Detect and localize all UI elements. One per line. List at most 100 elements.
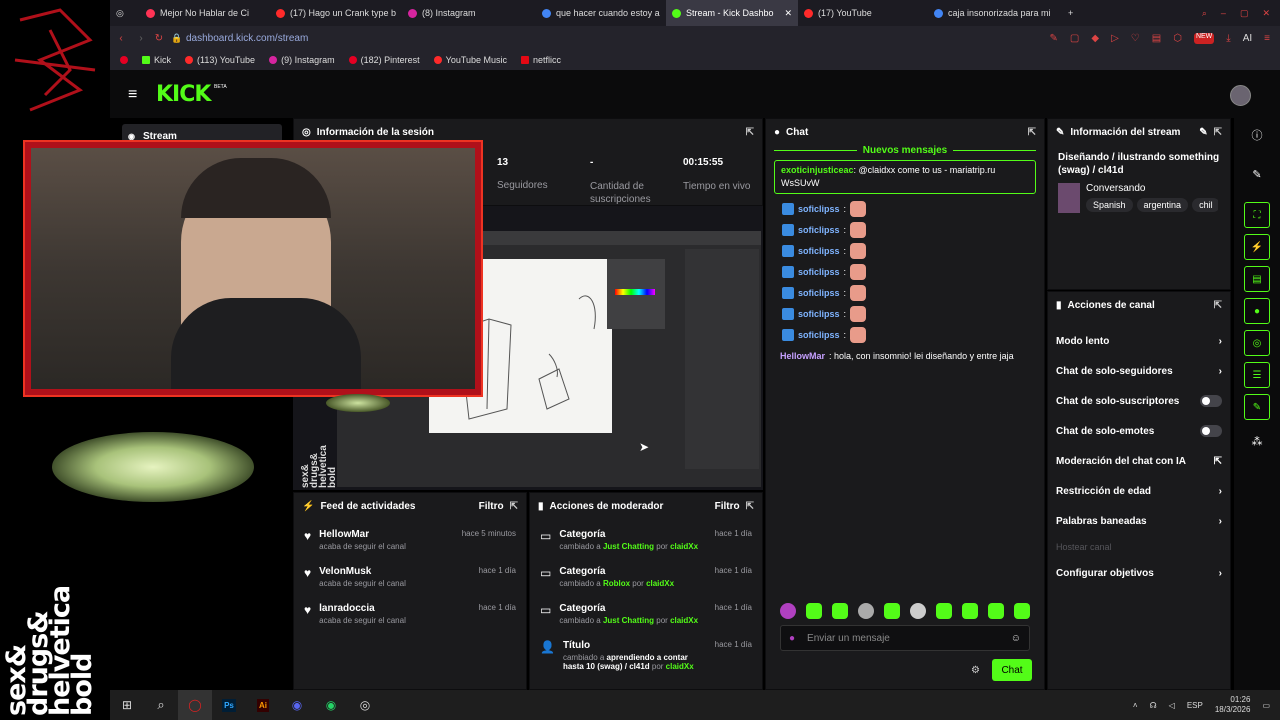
tab-2[interactable]: (17) Hago un Crank type b	[270, 0, 402, 26]
tag[interactable]: Spanish	[1086, 198, 1133, 212]
tab-7[interactable]: caja insonorizada para mi	[928, 0, 1062, 26]
expand-icon[interactable]: ⇱	[746, 501, 754, 512]
bookmark-netflicc[interactable]: netflicc	[521, 55, 561, 65]
add-widget-icon[interactable]: ⁂	[1234, 426, 1280, 456]
message-input[interactable]: ● Enviar un mensaje ☺	[780, 625, 1030, 651]
back-icon[interactable]: ‹	[110, 33, 132, 44]
tab-4[interactable]: que hacer cuando estoy a	[536, 0, 666, 26]
tab-6[interactable]: (17) YouTube	[798, 0, 928, 26]
badge-icon[interactable]: NEW	[1193, 32, 1215, 44]
chevron-up-icon[interactable]: ˄	[1133, 701, 1138, 710]
filter-button[interactable]: Filtro	[715, 501, 740, 512]
filter-button[interactable]: Filtro	[479, 501, 504, 512]
new-tab-button[interactable]: +	[1062, 0, 1082, 26]
category-name[interactable]: Conversando	[1086, 183, 1218, 194]
expand-icon[interactable]: ⇱	[1028, 127, 1036, 138]
volume-icon[interactable]: ◁	[1169, 701, 1175, 710]
pencil-icon[interactable]: ✎	[1234, 152, 1280, 196]
tab-5-active[interactable]: Stream - Kick Dashbo ✕	[666, 0, 798, 26]
close-tab-icon[interactable]: ✕	[784, 8, 792, 19]
search-icon[interactable]: ⌕	[1202, 8, 1207, 19]
opera-browser-icon[interactable]: ◯	[178, 690, 212, 720]
clock[interactable]: 01:26 18/3/2026	[1215, 695, 1251, 715]
emote-icon[interactable]	[988, 603, 1004, 619]
close-window-icon[interactable]: ✕	[1262, 8, 1270, 19]
avatar[interactable]	[1230, 85, 1251, 106]
screenshot-icon[interactable]: ▢	[1070, 33, 1079, 44]
lightning-icon[interactable]: ⚡	[1244, 234, 1270, 260]
channel-row-ai-moderation[interactable]: Moderación del chat con IA ⇱	[1048, 446, 1230, 476]
shield-icon[interactable]: ◆	[1091, 33, 1099, 44]
emote-icon[interactable]	[780, 603, 796, 619]
emote-icon[interactable]	[858, 603, 874, 619]
emoji-icon[interactable]: ☺	[1011, 633, 1021, 644]
chat-send-button[interactable]: Chat	[992, 659, 1032, 681]
emote-icon[interactable]	[962, 603, 978, 619]
emote-icon[interactable]	[1014, 603, 1030, 619]
bookmark-kick[interactable]: Kick	[142, 55, 171, 65]
bookmark-pinterest[interactable]: (182) Pinterest	[348, 55, 420, 65]
tag[interactable]: chil	[1192, 198, 1218, 212]
channel-row-banned-words[interactable]: Palabras baneadas ›	[1048, 506, 1230, 536]
emotes-only-toggle[interactable]	[1200, 425, 1222, 437]
settings-gear-icon[interactable]: ⚙	[971, 665, 980, 676]
windows-start-icon[interactable]: ⊞	[110, 690, 144, 720]
clipboard-icon[interactable]: ▤	[1244, 266, 1270, 292]
notification-icon[interactable]: ▭	[1262, 701, 1270, 710]
channel-row-followers-only[interactable]: Chat de solo-seguidores ›	[1048, 356, 1230, 386]
photoshop-icon[interactable]: Ps	[212, 690, 246, 720]
channel-row-slow-mode[interactable]: Modo lento ›	[1048, 326, 1230, 356]
tab-3[interactable]: (8) Instagram	[402, 0, 536, 26]
download-icon[interactable]: ⤓	[1226, 33, 1230, 44]
hamburger-menu-icon[interactable]: ≡	[128, 86, 137, 104]
forward-icon[interactable]: ›	[132, 33, 150, 44]
menu-icon[interactable]: ≡	[1264, 33, 1270, 44]
bookmark-youtube-music[interactable]: YouTube Music	[433, 55, 507, 65]
emote-icon[interactable]	[884, 603, 900, 619]
tab-1[interactable]: Mejor No Hablar de Ci	[140, 0, 270, 26]
discord-icon[interactable]: ◉	[280, 690, 314, 720]
channel-row-goals[interactable]: Configurar objetivos ›	[1048, 558, 1230, 588]
scan-icon[interactable]: ⛶	[1244, 202, 1270, 228]
search-icon[interactable]: ⌕	[144, 690, 178, 720]
emote-icon[interactable]	[910, 603, 926, 619]
bookmark-youtube[interactable]: (113) YouTube	[185, 55, 255, 65]
network-icon[interactable]: ☊	[1150, 701, 1157, 710]
whatsapp-icon[interactable]: ◉	[314, 690, 348, 720]
browser-menu-icon[interactable]: ◎	[110, 0, 140, 26]
info-icon[interactable]: ⓘ	[1234, 118, 1280, 152]
extensions-icon[interactable]: ⬡	[1173, 33, 1182, 44]
bookmark-instagram[interactable]: (9) Instagram	[269, 55, 335, 65]
reload-icon[interactable]: ↻	[150, 33, 168, 44]
microphone-icon[interactable]: ●	[789, 633, 795, 644]
illustrator-icon[interactable]: Ai	[246, 690, 280, 720]
minimize-icon[interactable]: –	[1221, 8, 1226, 19]
ai-button[interactable]: AI	[1243, 33, 1252, 44]
tag[interactable]: argentina	[1136, 198, 1189, 212]
wrench-icon[interactable]: ✎	[1244, 394, 1270, 420]
emote-icon[interactable]	[832, 603, 848, 619]
maximize-icon[interactable]: ▢	[1240, 8, 1249, 19]
emote-icon[interactable]	[936, 603, 952, 619]
expand-icon[interactable]: ⇱	[1214, 300, 1222, 311]
expand-icon[interactable]: ⇱	[510, 501, 518, 512]
channel-row-age-restriction[interactable]: Restricción de edad ›	[1048, 476, 1230, 506]
list-icon[interactable]: ☰	[1244, 362, 1270, 388]
expand-icon[interactable]: ⇱	[1214, 127, 1222, 138]
emote-icon[interactable]	[806, 603, 822, 619]
language-indicator[interactable]: ESP	[1187, 701, 1203, 710]
chat-icon[interactable]: ●	[1244, 298, 1270, 324]
obs-icon[interactable]: ◎	[348, 690, 382, 720]
play-icon[interactable]: ▷	[1111, 33, 1119, 44]
subscribers-only-toggle[interactable]	[1200, 395, 1222, 407]
url-field[interactable]: dashboard.kick.com/stream	[186, 33, 308, 44]
expand-icon[interactable]: ⇱	[746, 127, 754, 138]
bookmark-pinterest-icon[interactable]	[120, 56, 128, 64]
edit-icon[interactable]: ✎	[1199, 127, 1207, 138]
pin-icon[interactable]: ✎	[1050, 33, 1058, 44]
kick-logo[interactable]: KICK	[156, 82, 211, 107]
heart-icon[interactable]: ♡	[1131, 33, 1140, 44]
category-thumbnail[interactable]	[1058, 183, 1080, 213]
wallet-icon[interactable]: ▤	[1152, 33, 1161, 44]
broadcast-icon[interactable]: ◎	[1244, 330, 1270, 356]
